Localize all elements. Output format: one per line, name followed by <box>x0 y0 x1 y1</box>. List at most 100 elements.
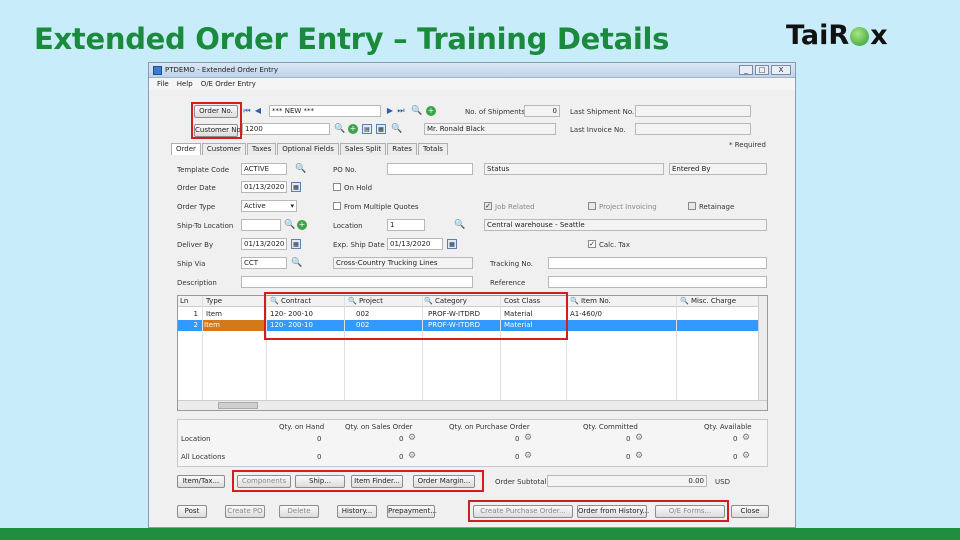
deliver-by-field[interactable]: 01/13/2020 <box>241 238 287 250</box>
customer-detail-icon[interactable]: ▤ <box>362 124 372 134</box>
logo-text-right: x <box>870 20 888 51</box>
gear-icon[interactable]: ⚙ <box>634 433 644 443</box>
required-label: Required <box>734 141 766 149</box>
gear-icon[interactable]: ⚙ <box>523 451 533 461</box>
col-type[interactable]: Type <box>204 296 264 307</box>
tab-optional-fields[interactable]: Optional Fields <box>277 143 339 155</box>
template-code-field[interactable]: ACTIVE <box>241 163 287 175</box>
close-button[interactable]: Close <box>731 505 769 518</box>
customer-no-field[interactable]: 1200 <box>242 123 330 135</box>
description-label: Description <box>177 279 217 287</box>
location-field[interactable]: 1 <box>387 219 425 231</box>
ship-via-finder-icon[interactable]: 🔍 <box>291 258 302 268</box>
gear-icon[interactable]: ⚙ <box>407 433 417 443</box>
ship-via-field[interactable]: CCT <box>241 257 287 269</box>
prepayment-button[interactable]: Prepayment... <box>387 505 437 518</box>
tab-customer[interactable]: Customer <box>201 143 246 155</box>
tab-sales-split[interactable]: Sales Split <box>339 143 387 155</box>
delete-button[interactable]: Delete <box>279 505 319 518</box>
next-icon[interactable]: ▶ <box>385 106 395 116</box>
gear-icon[interactable]: ⚙ <box>523 433 533 443</box>
ship-to-detail-icon[interactable]: ▦ <box>376 124 386 134</box>
ship-to-field[interactable] <box>241 219 281 231</box>
minimize-button[interactable]: _ <box>739 65 753 75</box>
order-type-select[interactable]: Active ▾ <box>241 200 297 212</box>
cell-ln: 2 <box>193 321 198 329</box>
new-customer-icon[interactable]: + <box>348 124 358 134</box>
order-date-field[interactable]: 01/13/2020 <box>241 181 287 193</box>
order-date-label: Order Date <box>177 184 216 192</box>
customer-finder-icon[interactable]: 🔍 <box>334 124 345 134</box>
first-icon[interactable]: ⏮ <box>242 106 252 116</box>
order-finder-icon[interactable]: 🔍 <box>411 106 422 116</box>
tracking-no-field[interactable] <box>548 257 767 269</box>
menu-help[interactable]: Help <box>177 80 193 88</box>
col-ln[interactable]: Ln <box>178 296 200 307</box>
gear-icon[interactable]: ⚙ <box>634 451 644 461</box>
ship-via-label: Ship Via <box>177 260 206 268</box>
post-button[interactable]: Post <box>177 505 207 518</box>
tairox-logo: Tai Rx <box>786 20 888 51</box>
previous-icon[interactable]: ◀ <box>253 106 263 116</box>
po-no-field[interactable] <box>387 163 473 175</box>
location-label: Location <box>333 222 363 230</box>
project-invoicing-checkbox[interactable] <box>588 202 596 210</box>
order-subtotal-field: 0.00 <box>547 475 707 487</box>
template-finder-icon[interactable]: 🔍 <box>295 164 306 174</box>
job-related-checkbox[interactable]: ✓ <box>484 202 492 210</box>
scrollbar-thumb[interactable] <box>218 402 258 409</box>
maximize-button[interactable]: □ <box>755 65 769 75</box>
tab-rates[interactable]: Rates <box>387 143 417 155</box>
highlight-header-buttons <box>191 102 242 139</box>
order-no-field[interactable]: *** NEW *** <box>269 105 381 117</box>
new-order-icon[interactable]: + <box>426 106 436 116</box>
menu-file[interactable]: File <box>157 80 169 88</box>
tab-taxes[interactable]: Taxes <box>246 143 277 155</box>
calendar-icon[interactable]: ▦ <box>447 239 457 249</box>
col-misc-charge[interactable]: 🔍 Misc. Charge <box>678 296 766 307</box>
from-multiple-quotes-label: From Multiple Quotes <box>344 203 419 211</box>
gear-icon[interactable]: ⚙ <box>741 451 751 461</box>
last-icon[interactable]: ⏭ <box>396 106 406 116</box>
qty-committed-header: Qty. Committed <box>583 423 638 431</box>
item-tax-button[interactable]: Item/Tax... <box>177 475 225 488</box>
menu-oe-order-entry[interactable]: O/E Order Entry <box>201 80 256 88</box>
close-window-button[interactable]: X <box>771 65 791 75</box>
tab-strip: Order Customer Taxes Optional Fields Sal… <box>171 143 449 155</box>
cell-type[interactable]: Item <box>202 320 264 331</box>
tab-totals[interactable]: Totals <box>417 143 448 155</box>
calc-tax-label: Calc. Tax <box>599 241 630 249</box>
reference-field[interactable] <box>548 276 767 288</box>
retainage-checkbox[interactable] <box>688 202 696 210</box>
qty-value: 0 <box>515 435 520 443</box>
gear-icon[interactable]: ⚙ <box>407 451 417 461</box>
order-type-value: Active <box>244 202 266 210</box>
qty-value: 0 <box>317 435 322 443</box>
horizontal-scrollbar[interactable] <box>178 400 767 410</box>
gear-icon[interactable]: ⚙ <box>741 433 751 443</box>
calc-tax-checkbox[interactable]: ✓ <box>588 240 596 248</box>
grid-divider <box>202 296 203 400</box>
vertical-scrollbar[interactable] <box>758 296 767 400</box>
entered-by-label: Entered By <box>672 165 711 173</box>
new-ship-to-icon[interactable]: + <box>297 220 307 230</box>
location-finder-icon[interactable]: 🔍 <box>454 220 465 230</box>
calendar-icon[interactable]: ▦ <box>291 239 301 249</box>
customer-zoom-icon[interactable]: 🔍 <box>391 124 402 134</box>
calendar-icon[interactable]: ▦ <box>291 182 301 192</box>
on-hold-checkbox[interactable] <box>333 183 341 191</box>
qty-value: 0 <box>733 453 738 461</box>
cell-misc-charge <box>678 320 758 331</box>
from-multiple-quotes-checkbox[interactable] <box>333 202 341 210</box>
menubar: File Help O/E Order Entry <box>149 78 795 90</box>
create-po-button[interactable]: Create PO <box>225 505 265 518</box>
col-item-no[interactable]: 🔍 Item No. <box>568 296 674 307</box>
qty-on-purchase-order-header: Qty. on Purchase Order <box>449 423 530 431</box>
tab-order[interactable]: Order <box>171 143 201 155</box>
ship-to-finder-icon[interactable]: 🔍 <box>284 220 295 230</box>
logo-ball-icon <box>850 27 870 46</box>
description-field[interactable] <box>241 276 473 288</box>
exp-ship-date-field[interactable]: 01/13/2020 <box>387 238 443 250</box>
history-button[interactable]: History... <box>337 505 377 518</box>
ship-to-label: Ship-To Location <box>177 222 234 230</box>
